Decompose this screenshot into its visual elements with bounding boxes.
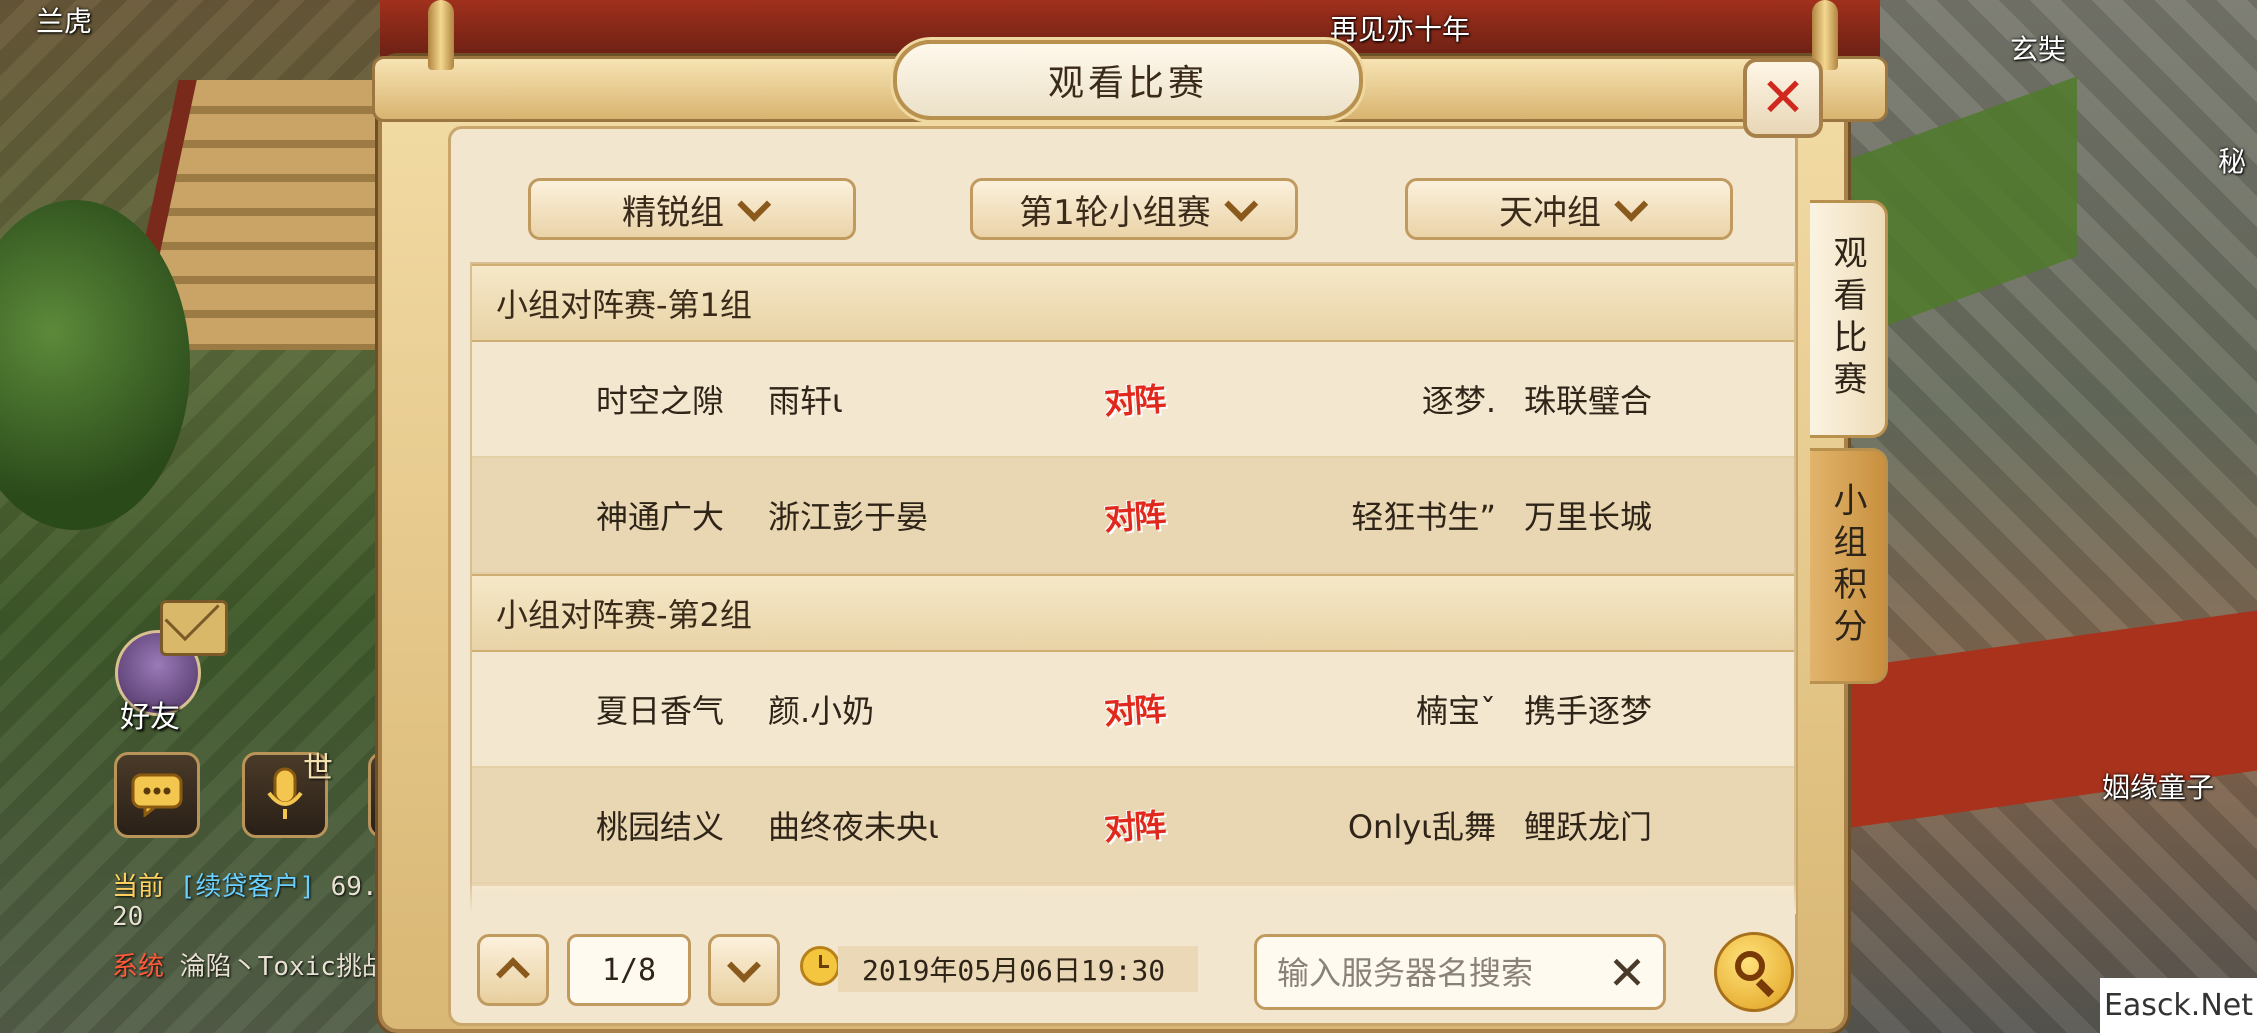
- left-player-name: 曲终夜未央ι: [768, 808, 939, 846]
- chat-username[interactable]: [续贷客户]: [180, 872, 315, 902]
- chat-line[interactable]: 当前 [续贷客户] 69.2: [112, 866, 393, 903]
- chevron-up-icon: [496, 957, 530, 992]
- group-dropdown[interactable]: 天冲组: [1405, 178, 1733, 240]
- chat-line[interactable]: 系统 淪陷丶Toxic挑战: [112, 946, 388, 983]
- friend-label: 好友: [120, 700, 180, 735]
- chevron-down-icon: [737, 187, 772, 222]
- right-server-name: 万里长城: [1524, 498, 1653, 536]
- npc-name-label[interactable]: 姻缘童子: [2102, 766, 2214, 806]
- left-player-name: 雨轩ι: [768, 382, 843, 420]
- page-down-button[interactable]: [708, 934, 780, 1006]
- versus-icon[interactable]: 对阵: [1102, 490, 1166, 540]
- chat-channel-tag: 系统: [112, 952, 165, 982]
- close-icon: ✕: [1760, 66, 1806, 129]
- group-header: 小组对阵赛-第1组: [472, 264, 1794, 342]
- right-player-name: 楠宝ˇ: [1415, 692, 1496, 730]
- chat-text: 20: [112, 902, 144, 932]
- match-row[interactable]: 神通广大 浙江彭于晏 对阵 轻狂书生” 万里长城: [472, 458, 1794, 574]
- npc-name-label[interactable]: 兰虎: [36, 0, 92, 40]
- match-row[interactable]: 桃园结义 曲终夜未央ι 对阵 Onlyι乱舞 鲤跃龙门: [472, 768, 1794, 884]
- tab-group-score[interactable]: 小组积分: [1810, 448, 1888, 684]
- chat-button[interactable]: [114, 752, 200, 838]
- search-icon-handle: [1755, 978, 1775, 998]
- right-player-name: 逐梦.: [1421, 382, 1496, 420]
- chat-text: 淪陷丶Toxic挑战: [179, 952, 388, 982]
- match-list[interactable]: 小组对阵赛-第1组 时空之隙 雨轩ι 对阵 逐梦. 珠联璧合 神通广大 浙江彭于…: [470, 262, 1796, 914]
- match-row[interactable]: 时空之隙 雨轩ι 对阵 逐梦. 珠联璧合: [472, 342, 1794, 458]
- server-search-input[interactable]: [1275, 947, 1579, 999]
- left-server-name: 夏日香气: [596, 692, 725, 730]
- dropdown-label: 第1轮小组赛: [1019, 192, 1211, 233]
- round-dropdown[interactable]: 第1轮小组赛: [970, 178, 1298, 240]
- versus-icon[interactable]: 对阵: [1102, 800, 1166, 850]
- versus-icon[interactable]: 对阵: [1102, 684, 1166, 734]
- left-server-name: 桃园结义: [596, 808, 725, 846]
- page-indicator: 1/8: [567, 934, 691, 1006]
- watermark: Easck.Net: [2100, 978, 2257, 1033]
- close-button[interactable]: ✕: [1743, 58, 1823, 138]
- chat-channel-tag: 当前: [112, 872, 165, 902]
- match-row[interactable]: 夏日香气 颜.小奶 对阵 楠宝ˇ 携手逐梦: [472, 652, 1794, 768]
- left-server-name: 神通广大: [596, 498, 725, 536]
- clear-search-button[interactable]: ✕: [1603, 946, 1651, 1000]
- clock-icon: [800, 946, 840, 986]
- server-search-box[interactable]: ✕: [1254, 934, 1666, 1010]
- dropdown-label: 精锐组: [622, 192, 724, 233]
- chevron-down-icon: [1224, 187, 1259, 222]
- npc-name-label[interactable]: 玄奘: [2010, 28, 2066, 68]
- right-server-name: 珠联璧合: [1524, 382, 1653, 420]
- search-button[interactable]: [1714, 932, 1794, 1012]
- match-datetime: 2019年05月06日19:30: [838, 946, 1198, 992]
- dropdown-label: 天冲组: [1499, 192, 1601, 233]
- right-server-name: 携手逐梦: [1524, 692, 1653, 730]
- player-name-label[interactable]: 再见亦十年: [1330, 8, 1470, 48]
- npc-name-label[interactable]: 秘: [2218, 140, 2246, 180]
- list-fade-overlay: [470, 880, 1796, 914]
- versus-icon[interactable]: 对阵: [1102, 374, 1166, 424]
- right-server-name: 鲤跃龙门: [1524, 808, 1653, 846]
- division-dropdown[interactable]: 精锐组: [528, 178, 856, 240]
- left-player-name: 颜.小奶: [768, 692, 875, 730]
- panel-title-plate: 观看比赛: [893, 40, 1363, 120]
- right-player-name: Onlyι乱舞: [1347, 808, 1496, 846]
- clear-x-icon: ✕: [1607, 946, 1647, 1000]
- chat-line[interactable]: 20: [112, 902, 143, 932]
- group-header: 小组对阵赛-第2组: [472, 574, 1794, 652]
- search-icon: [1735, 951, 1765, 981]
- mail-icon[interactable]: [160, 600, 228, 656]
- world-voice-button[interactable]: 世: [242, 751, 333, 838]
- panel-finial-decoration: [428, 0, 454, 70]
- chevron-down-icon: [1614, 187, 1649, 222]
- page-up-button[interactable]: [477, 934, 549, 1006]
- left-server-name: 时空之隙: [596, 382, 725, 420]
- left-player-name: 浙江彭于晏: [768, 498, 929, 536]
- chat-bubble-icon: [131, 773, 183, 817]
- world-channel-badge: 世: [303, 751, 333, 786]
- chevron-down-icon: [727, 948, 761, 983]
- microphone-icon: [267, 767, 303, 819]
- tab-watch-match[interactable]: 观看比赛: [1810, 200, 1888, 438]
- right-player-name: 轻狂书生”: [1351, 498, 1496, 536]
- panel-title: 观看比赛: [1047, 63, 1208, 104]
